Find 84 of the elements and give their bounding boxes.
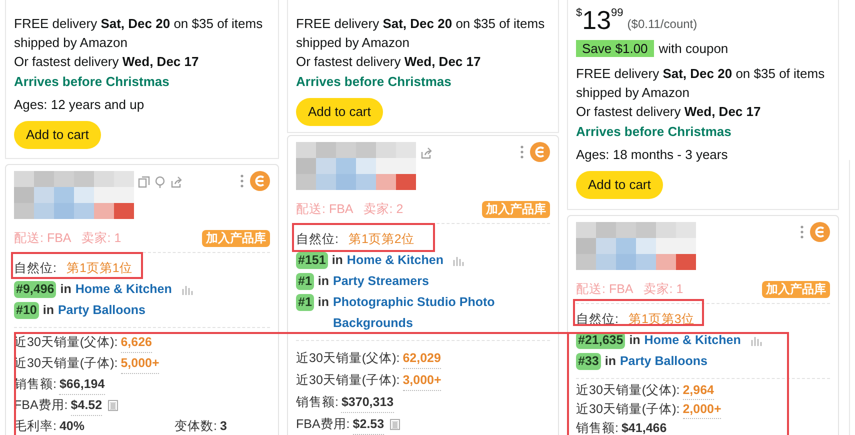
add-to-cart-button[interactable]: Add to cart	[14, 121, 101, 149]
delivery-text: FREE delivery Sat, Dec 20 on $35 of items shipped by Amazon	[296, 15, 546, 52]
bar-chart-icon[interactable]	[453, 256, 466, 266]
stat-label: 销售额:	[576, 420, 618, 435]
unit-price: ($0.11/count)	[627, 16, 698, 33]
coupon-badge: Save $1.00	[576, 40, 654, 57]
organic-rank-value: 第1页第1位	[66, 260, 132, 277]
add-to-cart-button[interactable]: Add to cart	[576, 171, 663, 199]
bar-chart-icon[interactable]	[750, 336, 763, 346]
rank-in: in	[332, 252, 343, 269]
rank-badge: #1	[296, 294, 314, 311]
stat-value: $2.53	[352, 414, 384, 435]
fastest-delivery-text: Or fastest delivery Wed, Dec 17	[296, 53, 482, 71]
rank-in: in	[60, 280, 72, 298]
location-pin-icon[interactable]	[154, 176, 166, 188]
shipping-method: 配送: FBA	[296, 201, 354, 218]
arrival-note: Arrives before Christmas	[296, 73, 452, 91]
fastest-delivery-text: Or fastest delivery Wed, Dec 17	[576, 103, 762, 121]
fastest-delivery-text: Or fastest delivery Wed, Dec 17	[14, 53, 200, 71]
arrival-note: Arrives before Christmas	[14, 73, 170, 91]
shipping-method: 配送: FBA	[14, 230, 72, 247]
stat-value: 2,000+	[682, 400, 722, 419]
category-link[interactable]: Home & Kitchen	[644, 330, 741, 351]
stat-label: 近30天销量(子体):	[576, 401, 680, 418]
stat-value: 3	[220, 418, 227, 435]
stat-value: 2,964	[682, 380, 714, 400]
organic-rank-label: 自然位:	[296, 230, 338, 248]
age-range: Ages: 18 months - 3 years	[576, 146, 729, 164]
more-options-icon[interactable]	[800, 225, 804, 239]
calculator-icon[interactable]	[390, 419, 400, 430]
add-to-cart-button[interactable]: Add to cart	[296, 98, 383, 126]
stat-value: 3,000+	[402, 370, 442, 391]
stat-value: 5,000+	[120, 354, 160, 374]
category-link[interactable]: Party Balloons	[620, 350, 708, 372]
copy-icon[interactable]	[138, 176, 150, 188]
shipping-method: 配送: FBA	[576, 281, 634, 298]
organic-rank-label: 自然位:	[14, 260, 56, 277]
logo-icon[interactable]	[530, 142, 550, 162]
coupon-text: with coupon	[658, 40, 728, 58]
seller-count: 卖家: 1	[81, 230, 122, 247]
stat-label: FBA费用:	[296, 416, 350, 434]
stat-value: $66,194	[59, 374, 105, 395]
rank-badge: #10	[14, 302, 39, 319]
rank-in: in	[318, 294, 330, 311]
organic-rank-value: 第1页第2位	[348, 230, 414, 248]
rank-badge: #151	[296, 252, 328, 269]
stat-value: 6,626	[120, 332, 152, 353]
stat-value: $41,466	[621, 418, 667, 435]
rank-in: in	[604, 352, 616, 370]
category-link[interactable]: Home & Kitchen	[75, 278, 172, 300]
rank-badge: #33	[576, 352, 601, 370]
stat-label: 近30天销量(父体):	[296, 350, 400, 368]
delivery-text: FREE delivery Sat, Dec 20 on $35 of items shipped by Amazon	[14, 15, 264, 52]
logo-icon[interactable]	[250, 171, 270, 191]
stat-label: 变体数:	[174, 418, 217, 435]
category-link[interactable]: Party Balloons	[58, 300, 146, 321]
rank-in: in	[629, 332, 640, 349]
stat-label: 近30天销量(子体):	[296, 372, 400, 390]
age-range: Ages: 12 years and up	[14, 96, 146, 114]
seller-count: 卖家: 1	[643, 281, 684, 298]
calculator-icon[interactable]	[108, 400, 118, 412]
organic-rank-value: 第1页第3位	[628, 310, 694, 328]
delivery-text: FREE delivery Sat, Dec 20 on $35 of items shipped by Amazon	[576, 65, 826, 102]
rank-badge: #1	[296, 272, 314, 290]
stat-value: 40%	[59, 418, 85, 435]
rank-in: in	[318, 272, 330, 290]
stat-value: 62,029	[402, 348, 441, 369]
arrival-note: Arrives before Christmas	[576, 123, 732, 141]
rank-badge: #9,496	[14, 280, 56, 298]
stat-value: $4.52	[70, 396, 102, 416]
logo-icon[interactable]	[810, 222, 830, 242]
bar-chart-icon[interactable]	[182, 284, 194, 295]
stat-label: 近30天销量(父体):	[576, 382, 680, 400]
stat-value: $370,313	[341, 392, 394, 413]
more-options-icon[interactable]	[240, 174, 244, 188]
stat-label: 销售额:	[296, 394, 338, 412]
category-link[interactable]: Party Streamers	[333, 270, 429, 292]
rank-in: in	[42, 302, 54, 319]
category-link[interactable]: Home & Kitchen	[346, 250, 444, 271]
more-options-icon[interactable]	[520, 145, 524, 159]
share-icon[interactable]	[170, 176, 182, 188]
category-link[interactable]: Photographic Studio Photo Backgrounds	[333, 292, 550, 334]
seller-count: 卖家: 2	[363, 201, 404, 218]
share-icon[interactable]	[420, 147, 432, 159]
